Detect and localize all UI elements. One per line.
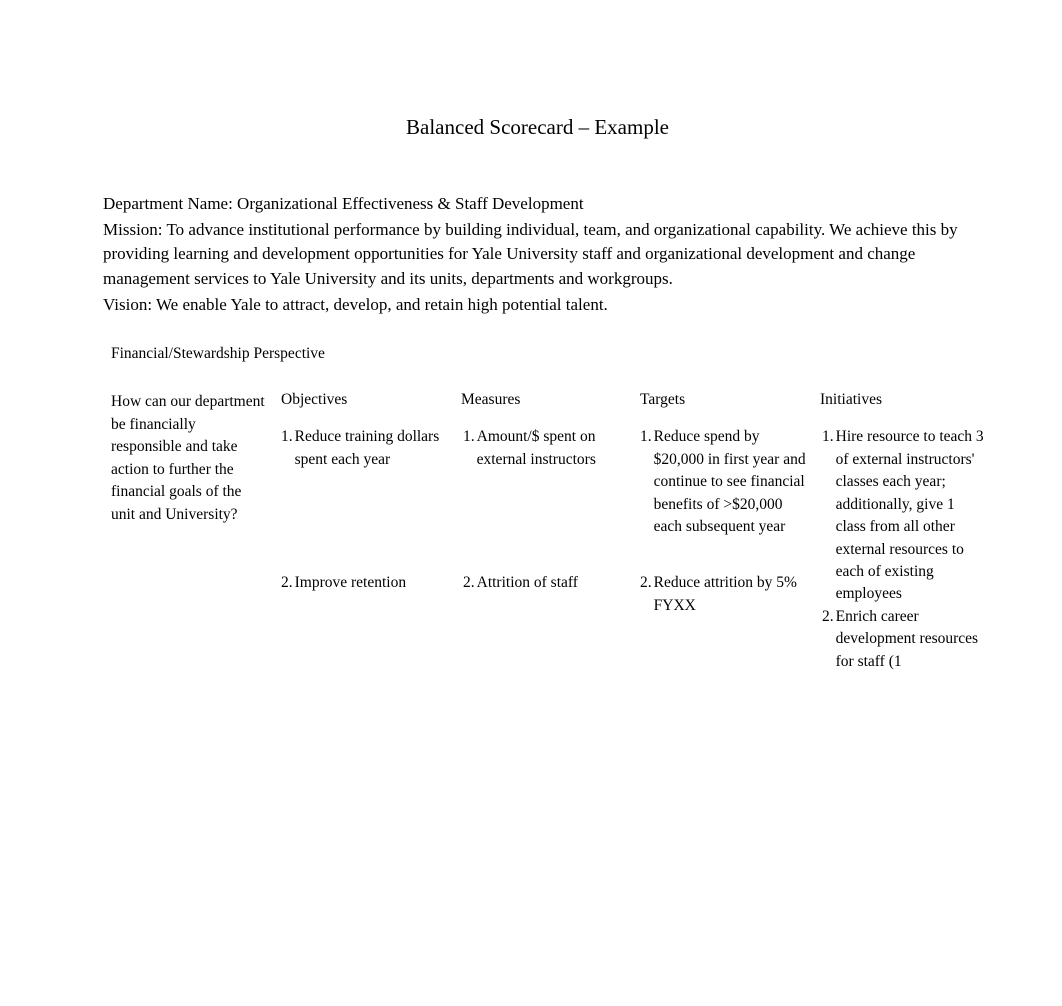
item-number: 2. [640,572,654,617]
measure-item: 2. Attrition of staff [461,572,628,594]
targets-header: Targets [640,391,808,409]
item-number: 2. [281,572,295,594]
target-text: Reduce spend by $20,000 in first year an… [654,426,808,572]
initiative-item: 2. Enrich career development resources f… [820,606,988,673]
item-number: 2. [820,606,836,673]
measure-item: 1. Amount/$ spent on external instructor… [461,426,628,572]
objective-item: 1. Reduce training dollars spent each ye… [281,426,449,572]
item-number: 1. [820,426,836,606]
scorecard-grid: How can our department be financially re… [111,391,962,673]
perspective-heading: Financial/Stewardship Perspective [111,345,962,363]
initiative-text: Enrich career development resources for … [836,606,988,673]
measure-text: Amount/$ spent on external instructors [477,426,628,572]
vision-statement: Vision: We enable Yale to attract, devel… [103,293,962,318]
perspective-question: How can our department be financially re… [111,391,269,526]
initiative-item: 1. Hire resource to teach 3 of external … [820,426,988,606]
item-number: 1. [461,426,477,572]
header-block: Department Name: Organizational Effectiv… [103,192,962,317]
target-item: 1. Reduce spend by $20,000 in first year… [640,426,808,572]
target-text: Reduce attrition by 5% FYXX [654,572,808,617]
objectives-header: Objectives [281,391,449,409]
target-item: 2. Reduce attrition by 5% FYXX [640,572,808,617]
item-number: 2. [461,572,477,594]
objective-text: Improve retention [295,572,449,594]
item-number: 1. [281,426,295,572]
mission-statement: Mission: To advance institutional perfor… [103,218,962,292]
item-number: 1. [640,426,654,572]
measures-header: Measures [461,391,628,409]
initiative-text: Hire resource to teach 3 of external ins… [836,426,988,606]
department-name: Department Name: Organizational Effectiv… [103,192,962,217]
measure-text: Attrition of staff [477,572,628,594]
objective-item: 2. Improve retention [281,572,449,594]
objective-text: Reduce training dollars spent each year [295,426,449,572]
initiatives-header: Initiatives [820,391,988,409]
document-title: Balanced Scorecard – Example [103,115,962,140]
